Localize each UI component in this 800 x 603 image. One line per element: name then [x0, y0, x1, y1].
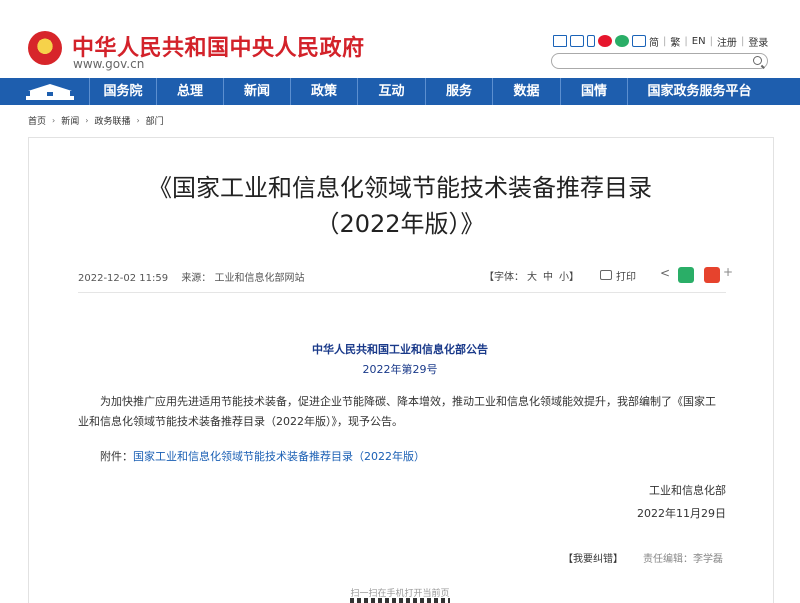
article-title: 《国家工业和信息化领域节能技术装备推荐目录 （2022年版）》 [0, 170, 800, 242]
breadcrumb-news[interactable]: 新闻 [61, 114, 79, 127]
wechat-share-icon[interactable] [678, 267, 694, 283]
font-small-button[interactable]: 小】 [559, 268, 579, 283]
site-domain: www.gov.cn [73, 57, 145, 71]
nav-item-news[interactable]: 新闻 [223, 78, 290, 105]
chevron-right-icon: › [136, 116, 140, 125]
divider: | [740, 35, 745, 47]
report-error-button[interactable]: 【我要纠错】 [563, 550, 623, 565]
article-title-line2: （2022年版）》 [315, 210, 485, 238]
attachment-label: 附件： [100, 450, 133, 463]
traditional-link[interactable]: 繁 [670, 34, 680, 49]
source-label: 来源： [181, 273, 212, 284]
nav-item-interaction[interactable]: 互动 [357, 78, 425, 105]
search-icon[interactable] [753, 56, 762, 65]
attachment-link[interactable]: 国家工业和信息化领域节能技术装备推荐目录（2022年版） [133, 450, 425, 463]
weibo-icon[interactable] [598, 35, 612, 47]
tv-icon[interactable] [570, 35, 584, 47]
font-large-button[interactable]: 大 [527, 268, 537, 283]
responsible-editor: 责任编辑：李学磊 [643, 554, 723, 565]
register-link[interactable]: 注册 [717, 34, 737, 49]
article-meta: 2022-12-02 11:59 来源： 工业和信息化部网站 [78, 269, 305, 284]
font-size-label: 【字体： [484, 271, 524, 283]
breadcrumb: 首页 › 新闻 › 政务联播 › 部门 [28, 114, 164, 127]
font-medium-button[interactable]: 中 [543, 268, 553, 283]
signature-date: 2022年11月29日 [637, 507, 726, 520]
divider: | [663, 35, 667, 47]
nav-item-premier[interactable]: 总理 [156, 78, 223, 105]
nav-item-national-info[interactable]: 国情 [560, 78, 627, 105]
signature-org: 工业和信息化部 [649, 484, 726, 497]
breadcrumb-home[interactable]: 首页 [28, 114, 46, 127]
main-nav: 国务院 总理 新闻 政策 互动 服务 数据 国情 国家政务服务平台 [0, 78, 800, 105]
source-name: 工业和信息化部网站 [214, 273, 305, 284]
nav-item-data[interactable]: 数据 [492, 78, 560, 105]
meta-divider [78, 292, 726, 293]
simplified-link[interactable]: 简 [649, 34, 659, 49]
chevron-right-icon: › [85, 116, 89, 125]
more-share-icon[interactable]: + [723, 265, 733, 279]
document-number: 2022年第29号 [362, 363, 438, 376]
issuer-heading: 中华人民共和国工业和信息化部公告 [312, 343, 488, 356]
tiananmen-logo-icon[interactable] [20, 81, 80, 102]
nav-item-state-council[interactable]: 国务院 [89, 78, 156, 105]
print-button[interactable]: 打印 [616, 268, 636, 283]
nav-item-service-platform[interactable]: 国家政务服务平台 [627, 78, 771, 105]
print-icon[interactable] [600, 270, 612, 280]
site-header: 中华人民共和国中央人民政府 www.gov.cn 简 | 繁 | EN | 注册… [0, 0, 800, 78]
login-link[interactable]: 登录 [748, 34, 768, 49]
chevron-right-icon: › [52, 116, 56, 125]
weibo-share-icon[interactable] [704, 267, 720, 283]
breadcrumb-departments[interactable]: 部门 [146, 114, 164, 127]
qr-code-icon [350, 598, 450, 603]
article-title-line1: 《国家工业和信息化领域节能技术装备推荐目录 [148, 174, 652, 202]
search-input[interactable] [551, 53, 768, 69]
top-links: 简 | 繁 | EN | 注册 | 登录 [553, 33, 768, 49]
mail-icon[interactable] [553, 35, 567, 47]
app-icon[interactable] [632, 35, 646, 47]
attachment: 附件：国家工业和信息化领域节能技术装备推荐目录（2022年版） [100, 448, 425, 464]
english-link[interactable]: EN [692, 36, 706, 47]
publish-date: 2022-12-02 11:59 [78, 273, 169, 284]
phone-icon[interactable] [587, 35, 595, 47]
wechat-icon[interactable] [615, 35, 629, 47]
divider: | [709, 35, 713, 47]
article-tools: 【字体： 大 中 小】 打印 + [484, 265, 733, 283]
national-emblem-icon[interactable] [28, 31, 62, 65]
breadcrumb-joint-broadcast[interactable]: 政务联播 [94, 114, 130, 127]
share-icon[interactable] [658, 266, 670, 281]
article-paragraph: 为加快推广应用先进适用节能技术装备，促进企业节能降碳、降本增效，推动工业和信息化… [78, 395, 716, 428]
nav-item-policy[interactable]: 政策 [290, 78, 357, 105]
nav-item-services[interactable]: 服务 [425, 78, 492, 105]
divider: | [684, 35, 688, 47]
